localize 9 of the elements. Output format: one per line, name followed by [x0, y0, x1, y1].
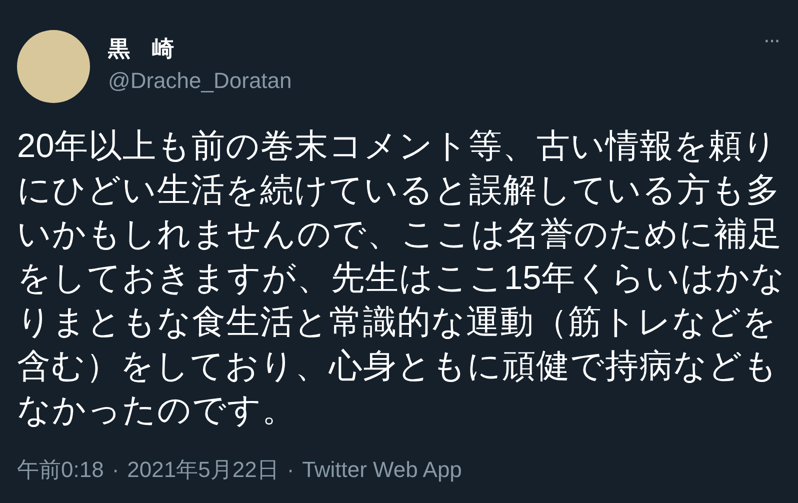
separator-dot: ·: [112, 456, 120, 484]
tweet-time[interactable]: 午前0:18: [17, 453, 104, 486]
tweet-text: 20年以上も前の巻末コメント等、古い情報を頼りにひどい生活を続けていると誤解している方も多いかもしれませんので、ここは名誉のために補足をしておきますが、先生はここ15年くらいはかなりまともな食生活と常識的な運動（筋トレなどを含む）をしており、心身ともに頑健で持病などもなかったのです。: [17, 127, 786, 431]
separator-dot: ·: [286, 456, 294, 484]
more-button[interactable]: ···: [763, 30, 779, 50]
tweet-source[interactable]: Twitter Web App: [302, 453, 462, 486]
author-handle[interactable]: @Drache_Doratan: [108, 66, 292, 96]
author-name[interactable]: 黒 崎: [108, 34, 292, 64]
tweet-date[interactable]: 2021年5月22日: [127, 453, 279, 486]
